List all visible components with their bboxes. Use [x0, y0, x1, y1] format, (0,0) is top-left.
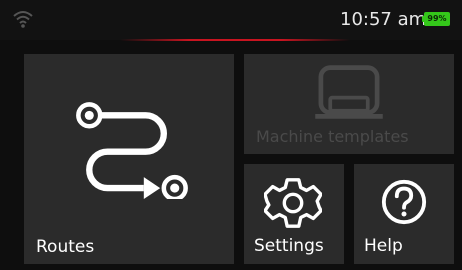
help-label: Help	[364, 236, 403, 256]
machine-icon	[315, 65, 383, 119]
gear-icon	[264, 178, 322, 228]
settings-tile[interactable]: Settings	[244, 164, 344, 264]
battery-percent: 99%	[424, 12, 450, 26]
routes-tile[interactable]: Routes	[24, 54, 234, 264]
help-icon	[381, 179, 427, 225]
clock: 10:57 am	[340, 9, 427, 30]
machine-templates-label: Machine templates	[256, 127, 409, 146]
route-icon	[76, 102, 188, 199]
settings-label: Settings	[254, 236, 324, 256]
status-accent-line	[120, 39, 350, 41]
status-bar: 10:57 am 99%	[0, 0, 462, 41]
wifi-icon	[13, 11, 33, 28]
battery-indicator: 99%	[422, 12, 452, 28]
machine-templates-tile: Machine templates	[244, 54, 454, 154]
routes-label: Routes	[36, 237, 95, 257]
help-tile[interactable]: Help	[354, 164, 454, 264]
